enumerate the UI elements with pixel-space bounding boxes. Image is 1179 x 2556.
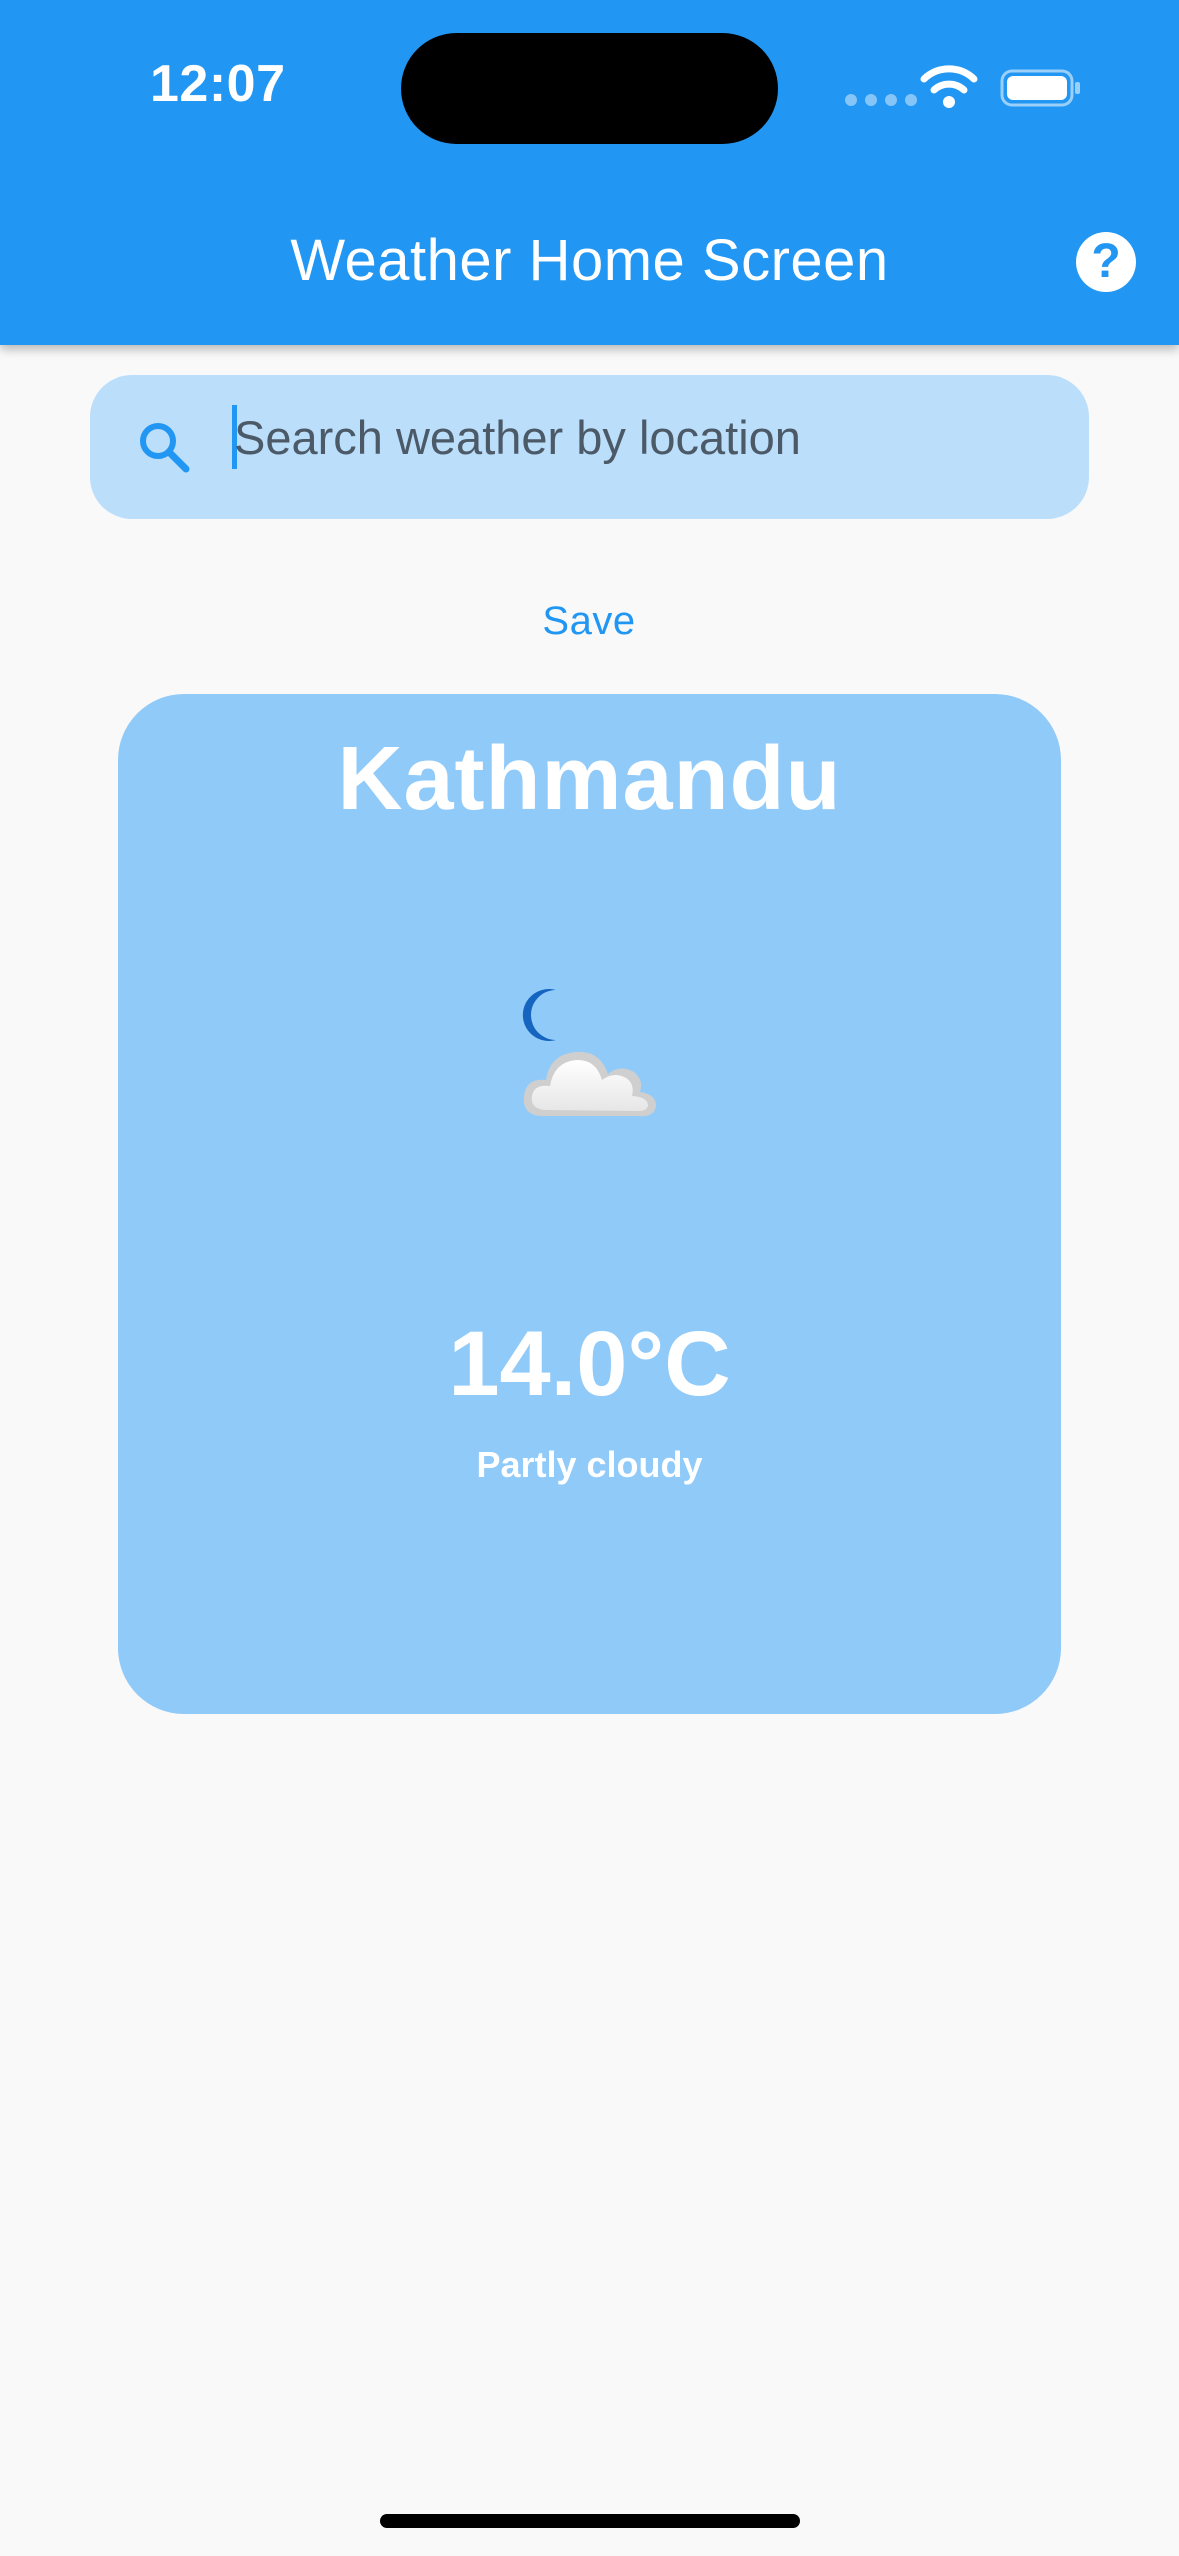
dynamic-island xyxy=(401,33,778,144)
moon-cloud-icon xyxy=(522,989,656,1117)
search-bar[interactable] xyxy=(90,375,1089,519)
weather-card: Kathmandu 14.0°C Partly cloudy xyxy=(118,694,1061,1714)
city-name: Kathmandu xyxy=(337,729,842,829)
status-time: 12:07 xyxy=(150,55,286,113)
wifi-icon xyxy=(920,65,978,108)
help-circle-icon[interactable]: ? xyxy=(1076,232,1136,292)
cellular-dots-icon xyxy=(845,94,917,106)
home-indicator[interactable] xyxy=(380,2514,800,2528)
weather-condition: Partly cloudy xyxy=(476,1444,703,1485)
save-button[interactable]: Save xyxy=(489,586,689,656)
search-input[interactable] xyxy=(234,395,1054,479)
battery-icon xyxy=(1000,69,1080,107)
temperature: 14.0°C xyxy=(448,1313,731,1415)
page-title: Weather Home Screen xyxy=(290,228,889,293)
search-icon xyxy=(140,423,190,473)
app-bar: 12:07 Weather Home Screen ? xyxy=(0,0,1179,345)
